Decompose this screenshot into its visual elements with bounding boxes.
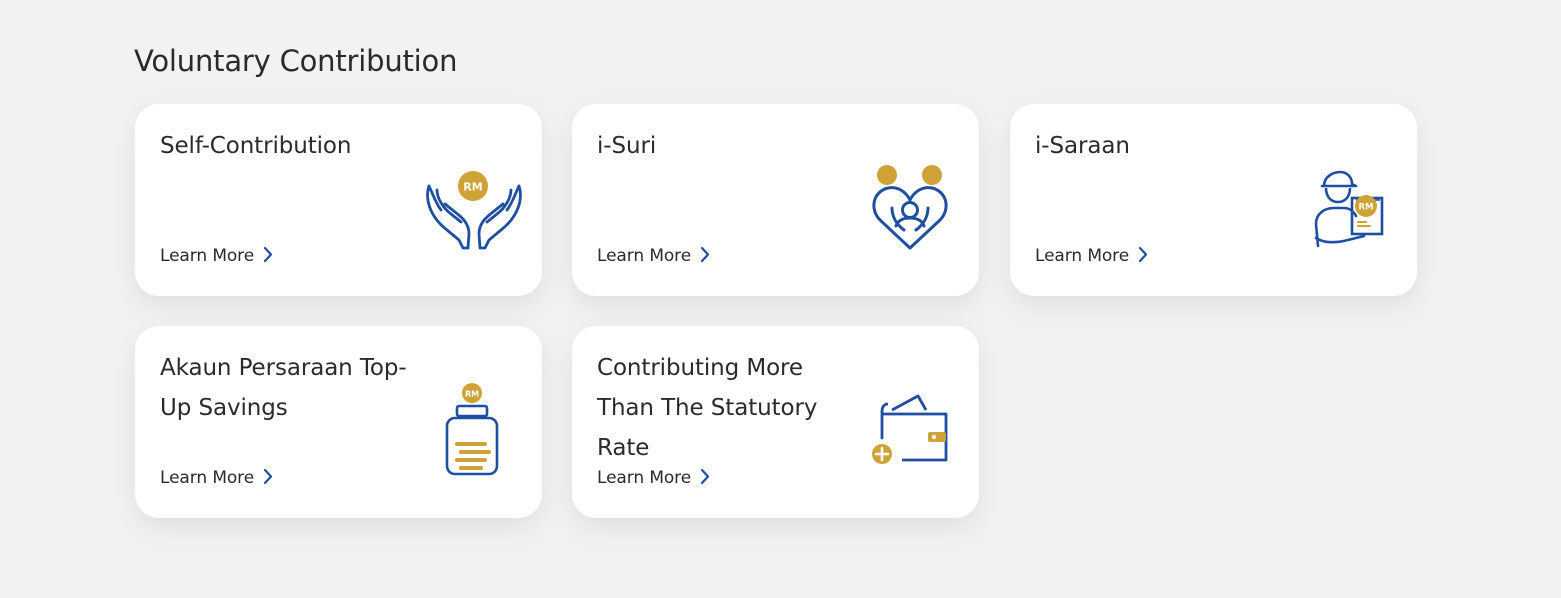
card-title: Self-Contribution	[160, 133, 352, 159]
worker-receipt-icon: RM	[1308, 168, 1390, 254]
learn-more-label: Learn More	[597, 245, 692, 266]
learn-more-link[interactable]: Learn More	[597, 465, 710, 490]
heart-family-icon	[870, 164, 950, 256]
svg-text:RM: RM	[463, 181, 482, 194]
learn-more-link[interactable]: Learn More	[597, 243, 710, 268]
svg-text:RM: RM	[465, 390, 479, 399]
card-title: Akaun Persaraan Top-Up Savings	[160, 355, 407, 421]
card-contributing-more[interactable]: Contributing More Than The Statutory Rat…	[572, 326, 979, 518]
learn-more-label: Learn More	[160, 245, 255, 266]
learn-more-link[interactable]: Learn More	[1035, 243, 1148, 268]
wallet-plus-icon	[870, 390, 952, 474]
learn-more-label: Learn More	[597, 467, 692, 488]
hands-coin-icon: RM	[423, 168, 525, 256]
chevron-right-icon	[1138, 246, 1148, 268]
card-i-saraan[interactable]: i-Saraan Learn More RM	[1010, 104, 1417, 296]
card-title: Contributing More Than The Statutory Rat…	[597, 355, 818, 461]
chevron-right-icon	[700, 246, 710, 268]
learn-more-link[interactable]: Learn More	[160, 465, 273, 490]
learn-more-label: Learn More	[160, 467, 255, 488]
chevron-right-icon	[263, 468, 273, 490]
chevron-right-icon	[263, 246, 273, 268]
chevron-right-icon	[700, 468, 710, 490]
card-title: i-Saraan	[1035, 133, 1130, 159]
card-i-suri[interactable]: i-Suri Learn More	[572, 104, 979, 296]
learn-more-link[interactable]: Learn More	[160, 243, 273, 268]
card-akaun-persaraan[interactable]: Akaun Persaraan Top-Up Savings Learn Mor…	[135, 326, 542, 518]
section-title: Voluntary Contribution	[134, 44, 458, 78]
learn-more-label: Learn More	[1035, 245, 1130, 266]
coin-jar-icon: RM	[441, 382, 507, 484]
card-title: i-Suri	[597, 133, 657, 159]
card-self-contribution[interactable]: Self-Contribution Learn More RM	[135, 104, 542, 296]
svg-text:RM: RM	[1358, 203, 1373, 213]
